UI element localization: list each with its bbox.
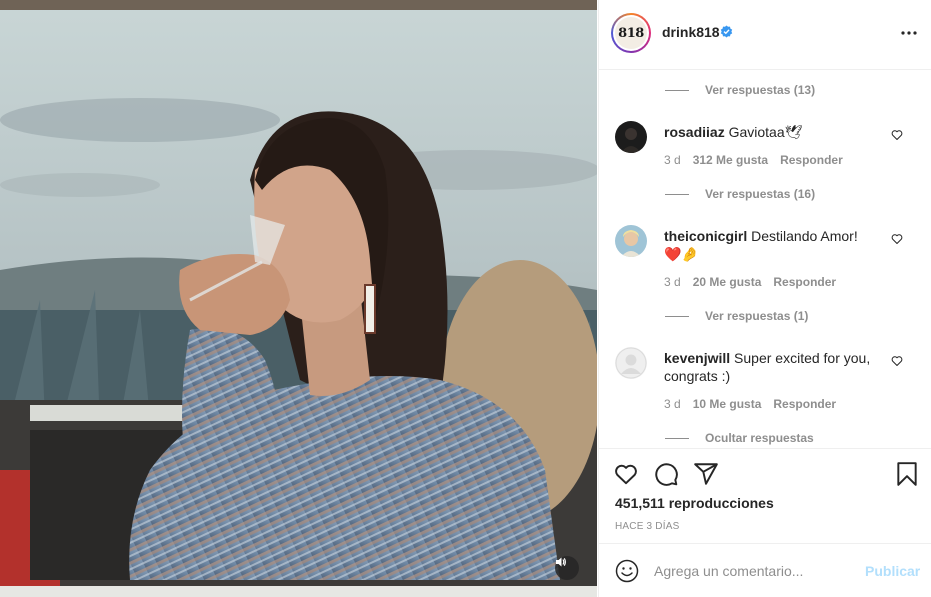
heart-icon[interactable] bbox=[891, 232, 903, 244]
views-count[interactable]: 451,511 reproducciones bbox=[615, 495, 774, 511]
add-comment-bar: Publicar bbox=[599, 543, 931, 597]
hide-replies-button[interactable]: Ocultar respuestas bbox=[665, 431, 814, 445]
post-timestamp[interactable]: HACE 3 DÍAS bbox=[615, 521, 679, 532]
heart-icon[interactable] bbox=[891, 354, 903, 366]
view-replies-button[interactable]: Ver respuestas (1) bbox=[665, 309, 808, 323]
bookmark-icon[interactable] bbox=[894, 461, 920, 487]
heart-icon[interactable] bbox=[891, 128, 903, 140]
comment-text: Gaviotaa🕊 bbox=[728, 124, 803, 140]
commenter-avatar[interactable] bbox=[615, 225, 647, 257]
commenter-avatar[interactable] bbox=[615, 347, 647, 379]
comment-input[interactable] bbox=[654, 561, 854, 581]
post-video[interactable] bbox=[0, 0, 597, 597]
comment-time: 3 d bbox=[664, 153, 681, 167]
author-avatar[interactable]: 818 bbox=[611, 13, 651, 53]
view-replies-label: Ver respuestas (1) bbox=[705, 309, 809, 323]
verified-badge-icon bbox=[720, 25, 733, 43]
view-replies-label: Ver respuestas (13) bbox=[705, 83, 816, 97]
post-header: 818 drink818 bbox=[599, 0, 931, 70]
reply-button[interactable]: Responder bbox=[773, 397, 836, 411]
view-replies-label: Ver respuestas (16) bbox=[705, 187, 816, 201]
brand-logo: 818 bbox=[615, 17, 647, 49]
post-actions: 451,511 reproducciones HACE 3 DÍAS bbox=[599, 448, 931, 543]
comment-icon[interactable] bbox=[653, 461, 679, 487]
comment-likes[interactable]: 10 Me gusta bbox=[693, 397, 762, 411]
video-frame-image bbox=[0, 0, 597, 597]
comment-likes[interactable]: 312 Me gusta bbox=[693, 153, 768, 167]
view-replies-button[interactable]: Ver respuestas (16) bbox=[665, 187, 815, 201]
comment-username[interactable]: rosadiiaz bbox=[664, 124, 725, 140]
publish-button[interactable]: Publicar bbox=[865, 563, 920, 579]
comment-username[interactable]: kevenjwill bbox=[664, 350, 730, 366]
comment-time: 3 d bbox=[664, 397, 681, 411]
reply-button[interactable]: Responder bbox=[780, 153, 843, 167]
comment-likes[interactable]: 20 Me gusta bbox=[693, 275, 762, 289]
hide-replies-label: Ocultar respuestas bbox=[705, 431, 814, 445]
author-username[interactable]: drink818 bbox=[662, 24, 720, 40]
comment-time: 3 d bbox=[664, 275, 681, 289]
more-options-icon[interactable] bbox=[899, 25, 919, 41]
view-replies-button[interactable]: Ver respuestas (13) bbox=[665, 83, 815, 97]
mute-toggle-button[interactable] bbox=[555, 556, 579, 580]
comment-username[interactable]: theiconicgirl bbox=[664, 228, 747, 244]
post-sidebar: 818 drink818 Ver respuestas (13) rosadii… bbox=[598, 0, 931, 597]
emoji-icon[interactable] bbox=[615, 559, 639, 583]
reply-button[interactable]: Responder bbox=[773, 275, 836, 289]
comments-list[interactable]: Ver respuestas (13) rosadiiaz Gaviotaa🕊 … bbox=[599, 70, 931, 448]
paper-plane-icon[interactable] bbox=[693, 461, 719, 487]
commenter-avatar[interactable] bbox=[615, 121, 647, 153]
heart-icon[interactable] bbox=[613, 461, 639, 487]
